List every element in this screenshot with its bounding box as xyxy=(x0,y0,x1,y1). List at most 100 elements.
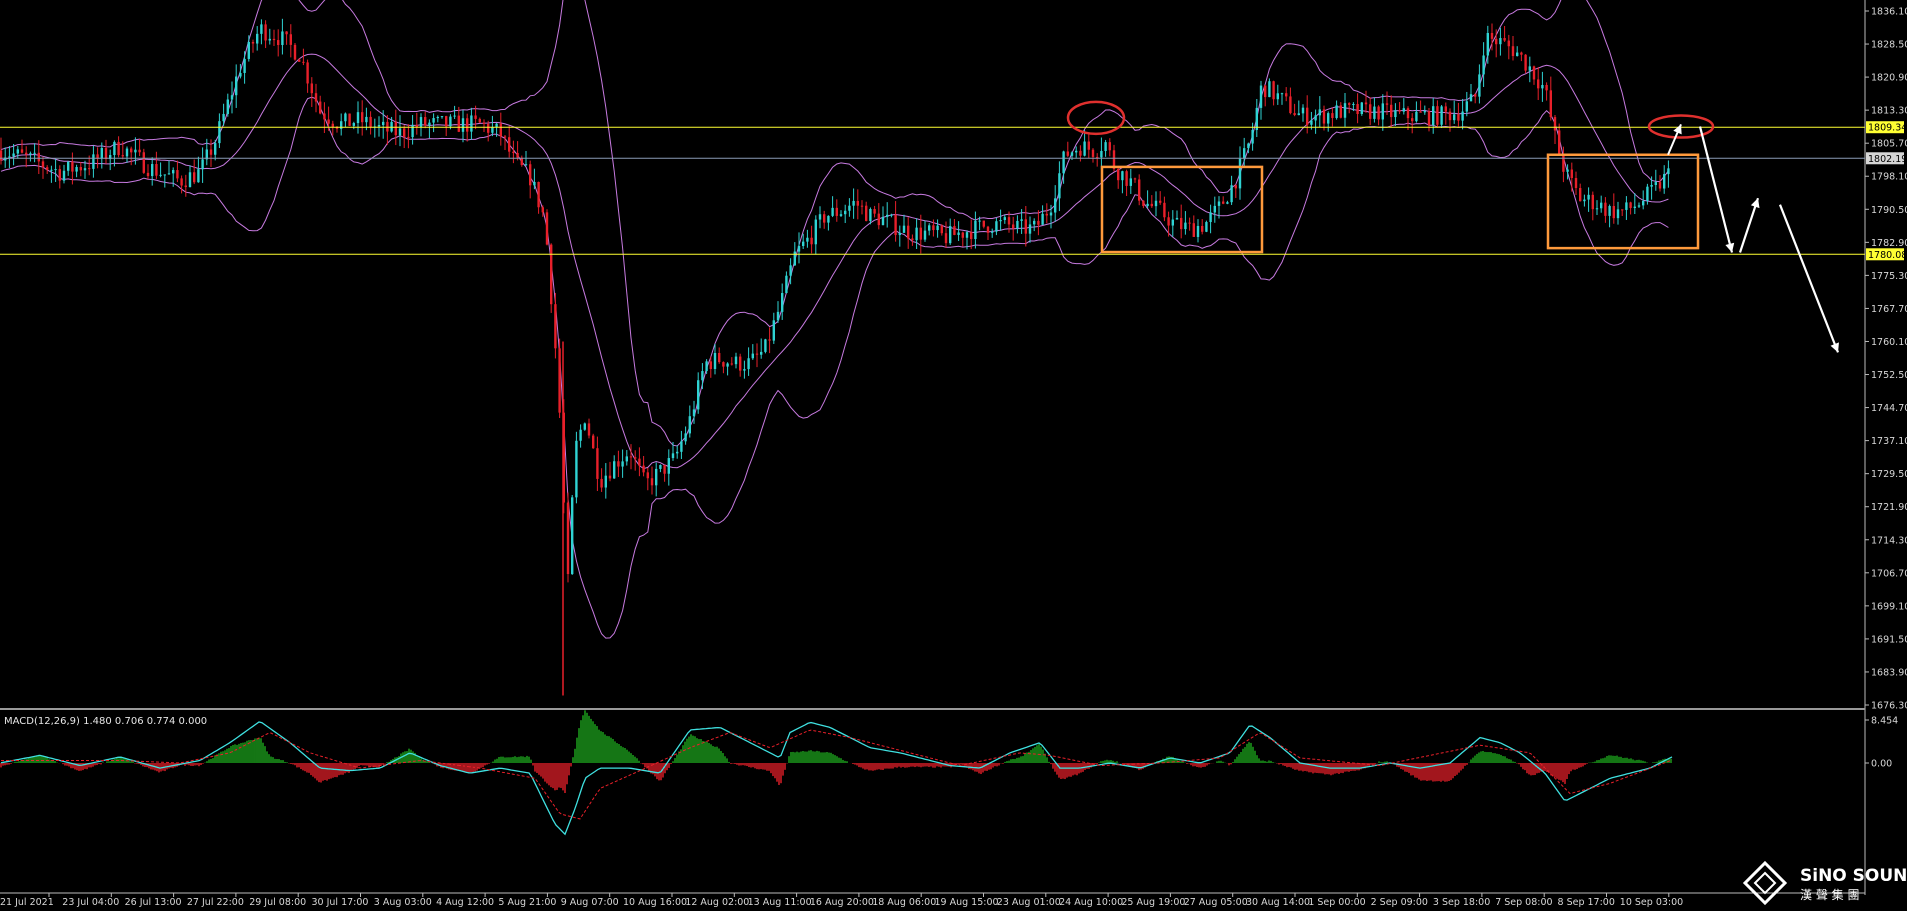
candle-body xyxy=(764,339,767,352)
candle-body xyxy=(839,214,843,216)
candle-body xyxy=(1125,171,1128,186)
price-tick-label: 1729.50 xyxy=(1871,469,1907,480)
candle-body xyxy=(218,121,221,144)
candle-body xyxy=(676,451,679,454)
candle-body xyxy=(1461,111,1464,121)
candle-body xyxy=(524,164,528,166)
candle-body xyxy=(844,210,847,215)
candle-body xyxy=(1171,219,1174,226)
candle-body xyxy=(739,356,742,371)
time-tick-label: 1 Sep 00:00 xyxy=(1308,897,1365,908)
candle-body xyxy=(1205,222,1208,232)
candle-body xyxy=(684,433,687,442)
candle-body xyxy=(1335,105,1338,119)
candle-body xyxy=(491,127,494,133)
candle-body xyxy=(352,123,355,126)
price-tick-label: 1813.30 xyxy=(1871,106,1907,117)
candle-body xyxy=(579,429,582,441)
candle-body xyxy=(1587,194,1590,200)
candle-body xyxy=(209,149,213,155)
candle-body xyxy=(188,172,192,188)
candle-body xyxy=(1381,103,1384,120)
candle-body xyxy=(470,115,473,132)
candle-body xyxy=(1566,169,1569,172)
candle-body xyxy=(113,141,116,156)
candle-body xyxy=(1364,102,1368,105)
candle-body xyxy=(1570,169,1573,179)
candle-body xyxy=(558,348,561,413)
candle-body xyxy=(995,221,998,232)
candle-body xyxy=(1138,179,1141,201)
macd-label: MACD(12,26,9) 1.480 0.706 0.774 0.000 xyxy=(4,716,207,727)
candle-body xyxy=(550,244,553,305)
candle-body xyxy=(1574,178,1578,189)
candle-body xyxy=(701,371,704,381)
candle-body xyxy=(919,227,922,240)
candle-body xyxy=(1558,130,1561,154)
candle-body xyxy=(537,181,540,208)
candle-body xyxy=(814,219,817,245)
candle-body xyxy=(1020,219,1023,221)
candle-body xyxy=(466,118,469,132)
candle-body xyxy=(503,136,507,138)
candle-body xyxy=(1427,111,1431,126)
candle-body xyxy=(873,209,876,214)
candle-body xyxy=(747,358,750,370)
candle-body xyxy=(508,137,511,152)
candle-body xyxy=(881,216,885,226)
candle-body xyxy=(982,220,985,227)
candle-body xyxy=(1184,222,1187,230)
candle-body xyxy=(923,230,927,240)
candle-body xyxy=(1562,153,1565,172)
candle-body xyxy=(1499,38,1502,45)
chart-canvas[interactable]: 1809.34 1802.19 1780.08 1836.10 1828.50 1820… xyxy=(0,0,1907,911)
candle-body xyxy=(306,62,309,84)
candle-body xyxy=(793,251,796,266)
candle-body xyxy=(1091,149,1095,157)
candle-body xyxy=(600,478,603,488)
price-tick-label: 1798.10 xyxy=(1871,172,1907,183)
candle-body xyxy=(768,339,771,341)
candle-body xyxy=(222,113,225,122)
candle-body xyxy=(403,128,406,137)
time-tick-label: 27 Jul 22:00 xyxy=(187,897,244,908)
candle-body xyxy=(1339,105,1342,118)
candle-body xyxy=(1247,143,1250,149)
logo-subtext: 漢 聲 集 團 xyxy=(1800,887,1859,902)
price-tick-label: 1767.70 xyxy=(1871,304,1907,315)
candle-body xyxy=(781,293,784,312)
candle-body xyxy=(1612,206,1615,219)
candle-body xyxy=(608,475,612,479)
candle-body xyxy=(890,214,893,216)
candle-body xyxy=(369,116,372,128)
candle-body xyxy=(176,170,179,179)
candle-body xyxy=(751,353,754,359)
candle-body xyxy=(1100,150,1103,158)
candle-body xyxy=(772,320,775,341)
candle-body xyxy=(117,141,120,156)
candle-body xyxy=(1642,201,1645,206)
candle-body xyxy=(235,76,238,96)
candle-body xyxy=(999,220,1002,222)
candle-body xyxy=(1637,205,1641,207)
candle-body xyxy=(1007,217,1011,225)
candle-body xyxy=(1209,212,1212,223)
candle-body xyxy=(1037,220,1040,225)
price-tick-label: 1714.30 xyxy=(1871,535,1907,546)
candle-body xyxy=(713,352,717,369)
candle-body xyxy=(642,465,645,473)
candle-body xyxy=(667,458,670,474)
candle-body xyxy=(1133,178,1137,180)
candle-body xyxy=(1373,106,1376,119)
candle-body xyxy=(953,226,956,235)
candle-body xyxy=(1541,84,1544,89)
candle-body xyxy=(285,31,288,35)
candle-body xyxy=(495,123,498,128)
candle-body xyxy=(415,124,418,127)
candle-body xyxy=(1238,158,1242,189)
candle-body xyxy=(1419,111,1422,113)
price-tick-label: 1683.90 xyxy=(1871,667,1907,678)
candle-body xyxy=(1436,106,1439,125)
candle-body xyxy=(20,149,24,153)
candle-body xyxy=(1369,104,1372,119)
